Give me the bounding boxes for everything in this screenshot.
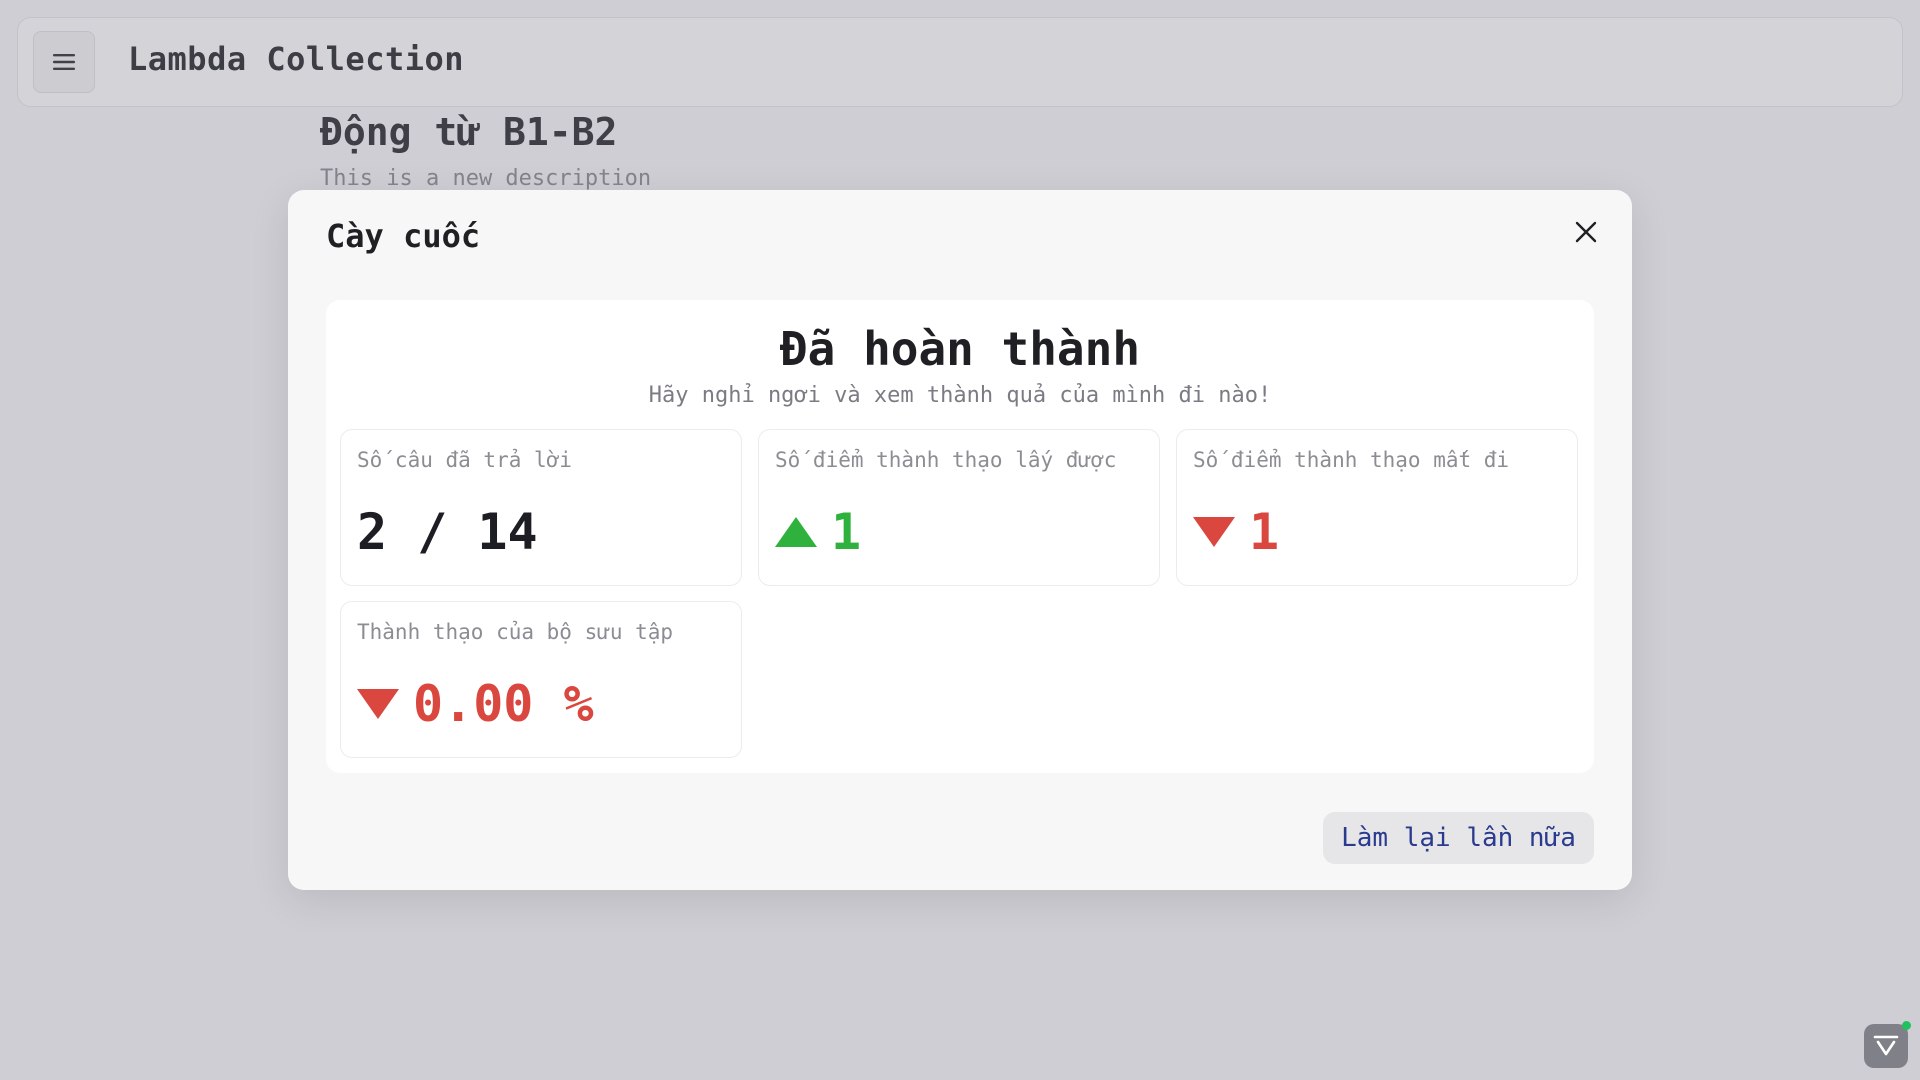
modal-title: Cày cuốc <box>326 217 481 255</box>
stat-label: Thành thạo của bộ sưu tập <box>357 620 674 644</box>
stat-label: Số điểm thành thạo mất đi <box>1193 448 1510 472</box>
chat-widget-button[interactable] <box>1864 1021 1911 1068</box>
stat-card-mastery-gained: Số điểm thành thạo lấy được 1 <box>758 429 1160 586</box>
stat-card-collection-mastery: Thành thạo của bộ sưu tập 0.00 % <box>340 601 742 758</box>
stat-card-mastery-lost: Số điểm thành thạo mất đi 1 <box>1176 429 1578 586</box>
chat-widget-icon <box>1873 1035 1899 1056</box>
stat-label: Số câu đã trả lời <box>357 448 572 472</box>
retry-button[interactable]: Làm lại lần nữa <box>1323 812 1594 864</box>
result-subtitle: Hãy nghỉ ngơi và xem thành quả của mình … <box>648 383 1272 408</box>
stat-value-row: 2 / 14 <box>357 500 538 564</box>
stat-value-row: 1 <box>775 500 861 564</box>
stat-card-answered: Số câu đã trả lời 2 / 14 <box>340 429 742 586</box>
triangle-up-icon <box>775 517 817 547</box>
practice-result-modal: Cày cuốc Đã hoàn thành Hãy nghỉ ngơi và … <box>288 190 1632 890</box>
stat-value: 2 / 14 <box>357 503 538 561</box>
result-panel: Đã hoàn thành Hãy nghỉ ngơi và xem thành… <box>326 300 1594 773</box>
online-status-dot <box>1902 1021 1911 1030</box>
triangle-down-icon <box>1193 517 1235 547</box>
triangle-down-icon <box>357 689 399 719</box>
stat-value-row: 1 <box>1193 500 1279 564</box>
stat-label: Số điểm thành thạo lấy được <box>775 448 1117 472</box>
stat-value: 1 <box>831 503 862 561</box>
result-title: Đã hoàn thành <box>779 322 1141 376</box>
close-button[interactable] <box>1568 214 1604 250</box>
stat-value-row: 0.00 % <box>357 672 594 736</box>
stat-value: 1 <box>1249 503 1280 561</box>
stat-value: 0.00 % <box>413 675 594 733</box>
close-icon <box>1575 221 1597 243</box>
